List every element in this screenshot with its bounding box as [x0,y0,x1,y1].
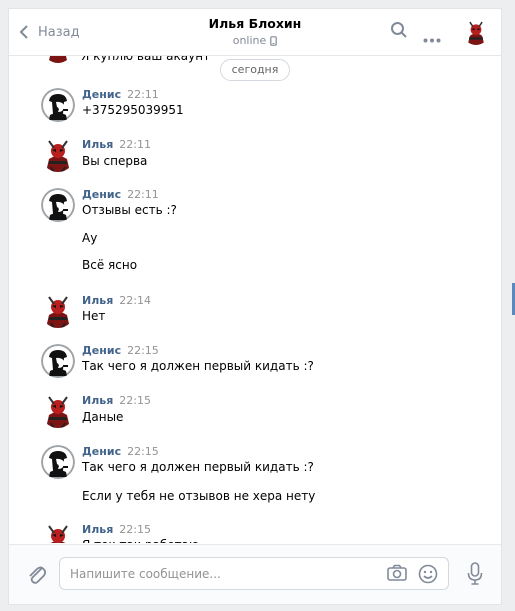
message-time[interactable]: 22:15 [119,523,151,536]
message-text: Отзывы есть :? [82,203,177,217]
message-time[interactable]: 22:11 [119,138,151,151]
search-icon [391,22,407,38]
search-button[interactable] [390,21,408,43]
message-meta: Денис 22:15 [82,344,159,357]
message-text: Если у тебя не отзывов не хера нету [82,489,316,503]
paperclip-icon [29,566,47,584]
back-label: Назад [38,24,80,40]
avatar[interactable] [41,394,75,428]
avatar[interactable] [41,188,75,222]
message-text: Всё ясно [82,258,138,272]
message-text: Ау [82,231,98,245]
chat-title[interactable]: Илья Блохин [155,16,355,31]
message-meta: Илья 22:11 [82,138,151,151]
author-name[interactable]: Илья [82,138,113,151]
message-group: Денис 22:11 +375295039951 [9,88,501,122]
attach-button[interactable] [27,564,47,590]
message-group: Илья 22:14 Нет [9,294,501,328]
author-name[interactable]: Илья [82,294,113,307]
avatar[interactable] [41,138,75,172]
message-text: Вы сперва [82,154,148,168]
message-text: +375295039951 [82,103,184,117]
smile-icon [418,564,438,584]
composer-bar [9,544,501,604]
message-meta: Денис 22:11 [82,88,159,101]
message-group: Илья 22:15 Я ток так работаю [9,523,501,543]
message-input-box [59,557,449,590]
author-name[interactable]: Илья [82,394,113,407]
chat-window: Назад Илья Блохин online Я куплю ваш ака… [8,8,502,605]
phone-icon [270,35,278,46]
message-text: Нет [82,309,106,323]
message-time[interactable]: 22:15 [127,344,159,357]
message-meta: Илья 22:15 [82,394,151,407]
message-group: Денис 22:15 Так чего я должен первый кидат… [9,344,501,378]
back-button[interactable]: Назад [19,21,80,43]
date-divider: сегодня [220,59,290,81]
message-time[interactable]: 22:11 [127,188,159,201]
message-time[interactable]: 22:15 [127,445,159,458]
message-time[interactable]: 22:14 [119,294,151,307]
author-name[interactable]: Денис [82,188,121,201]
camera-icon [387,564,407,581]
author-name[interactable]: Денис [82,88,121,101]
author-name[interactable]: Илья [82,523,113,536]
message-text: Так чего я должен первый кидать :? [82,359,314,373]
message-time[interactable]: 22:11 [127,88,159,101]
message-meta: Илья 22:14 [82,294,151,307]
avatar[interactable] [41,523,75,543]
message-text: Я ток так работаю [82,538,199,543]
message-group: Денис 22:15 Так чего я должен первый кидат… [9,445,501,507]
message-text: Даные [82,410,124,424]
message-input[interactable] [70,565,370,583]
message-group: Денис 22:11 Отзывы есть :? Ау Всё ясно [9,188,501,276]
partial-message-text: Я куплю ваш акаунт [81,55,211,63]
message-group: Илья 22:15 Даные [9,394,501,428]
author-name[interactable]: Денис [82,344,121,357]
message-meta: Илья 22:15 [82,523,151,536]
camera-button[interactable] [387,564,407,586]
contact-avatar[interactable] [463,19,489,45]
message-group: Илья 22:11 Вы сперва [9,138,501,172]
message-meta: Денис 22:15 [82,445,159,458]
avatar[interactable] [43,55,73,63]
avatar[interactable] [41,88,75,122]
status-text: online [232,34,267,47]
microphone-icon [467,562,483,585]
chat-header: Назад Илья Блохин online [9,9,501,56]
message-time[interactable]: 22:15 [119,394,151,407]
message-history[interactable]: Я куплю ваш акаунт сегодня Денис 22:11 +37… [9,55,501,543]
avatar[interactable] [41,344,75,378]
message-meta: Денис 22:11 [82,188,159,201]
emoji-button[interactable] [418,564,438,588]
avatar[interactable] [41,445,75,479]
more-icon [423,38,441,43]
author-name[interactable]: Денис [82,445,121,458]
message-text: Так чего я должен первый кидать :? [82,460,314,474]
avatar[interactable] [41,294,75,328]
more-button[interactable] [423,28,441,47]
back-arrow-icon [19,25,28,39]
chat-title-block: Илья Блохин online [155,16,355,47]
voice-message-button[interactable] [467,562,483,590]
online-status: online [155,34,355,47]
